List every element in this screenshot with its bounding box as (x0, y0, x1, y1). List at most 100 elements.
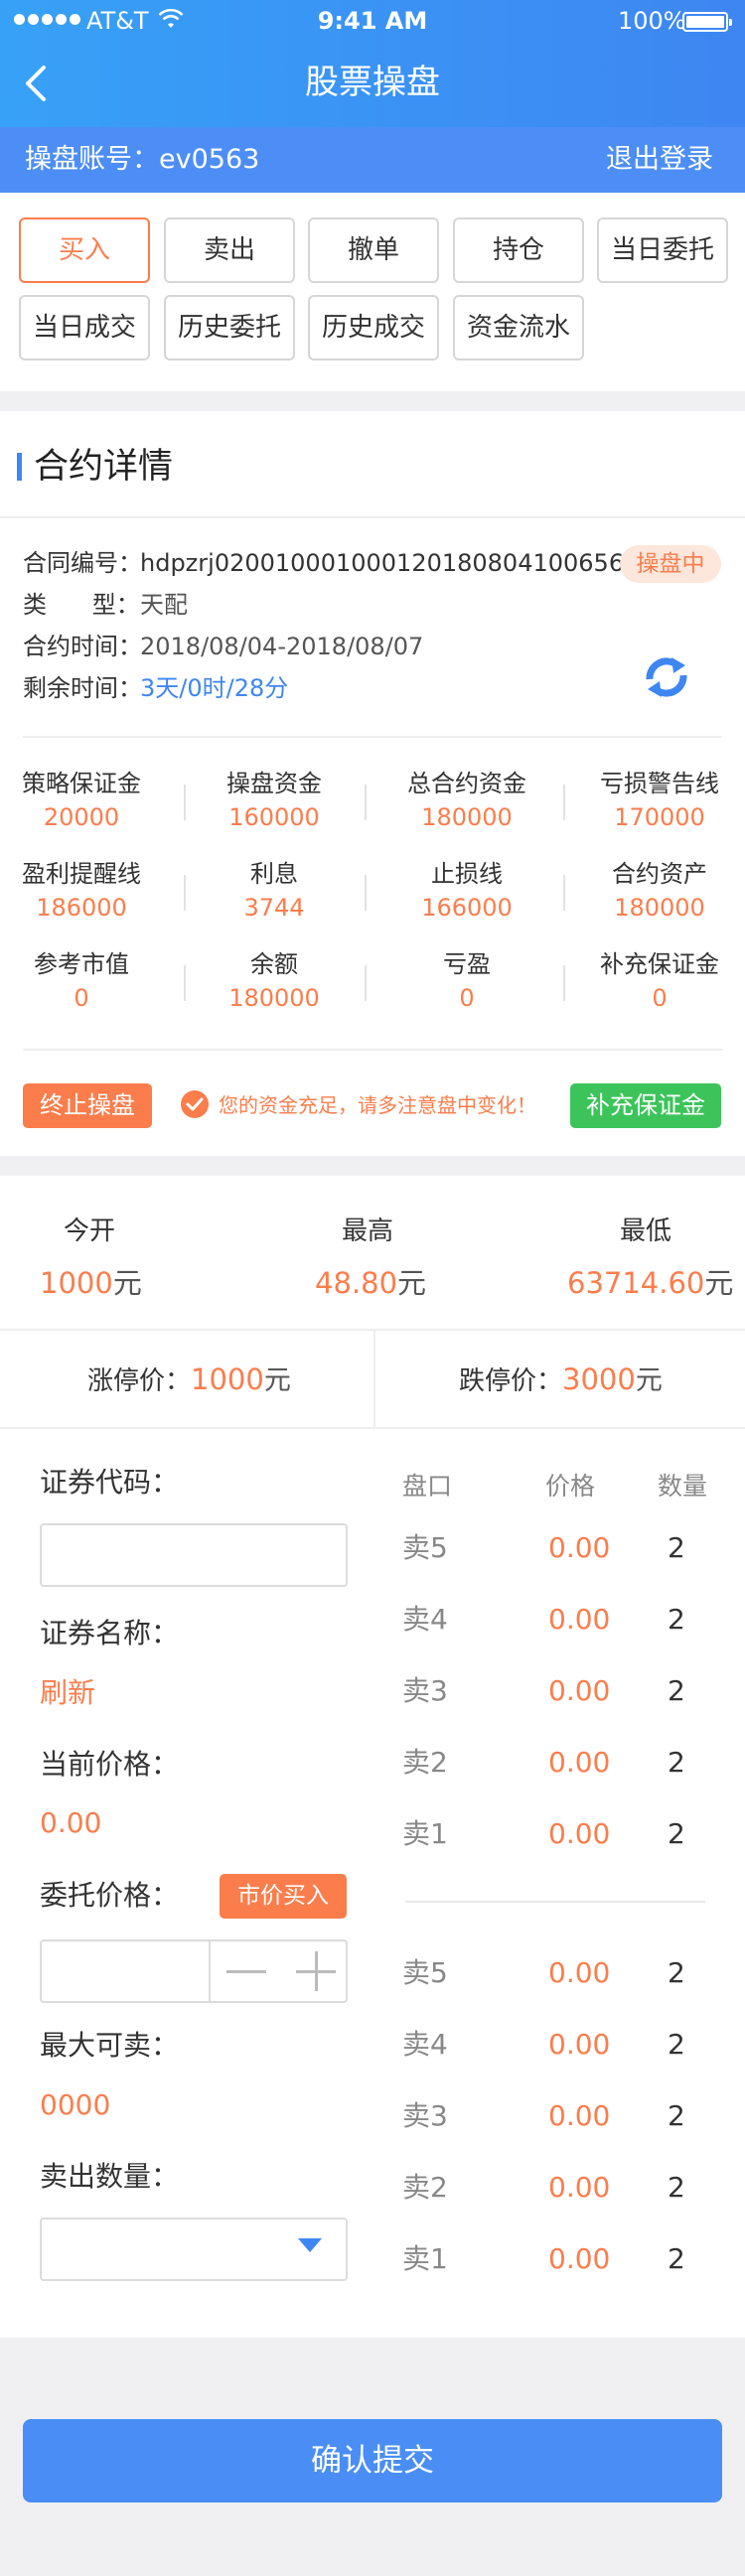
tab-cancel[interactable]: 撤单 (308, 217, 439, 283)
header-bar: AT&T 9:41 AM 100% 股票操盘 (0, 0, 745, 127)
divider (184, 875, 186, 911)
divider (23, 736, 722, 738)
divider (365, 965, 367, 1001)
book-price: 0.00 (548, 2028, 611, 2061)
stat-label: 操盘资金 (226, 770, 322, 797)
tab-today-deals[interactable]: 当日成交 (19, 295, 150, 360)
stat-value: 160000 (228, 803, 320, 831)
limit-up: 涨停价：1000元 (87, 1358, 291, 1403)
book-qty: 2 (668, 1674, 685, 1707)
max-value: 0000 (40, 2088, 111, 2121)
stat-value: 180000 (228, 984, 320, 1012)
high-label: 最高 (341, 1216, 393, 1246)
page-title: 股票操盘 (305, 63, 440, 102)
book-price: 0.00 (548, 2099, 611, 2132)
book-header-qty: 数量 (658, 1472, 708, 1501)
divider (563, 965, 565, 1001)
add-margin-button[interactable]: 补充保证金 (570, 1083, 721, 1128)
stat-value: 0 (74, 984, 89, 1012)
row-key: 类 型： (23, 591, 140, 619)
qty-label: 卖出数量： (40, 2160, 180, 2193)
stat-item: 策略保证金 20000 (0, 767, 169, 834)
book-price: 0.00 (548, 1817, 611, 1850)
tab-fund-flow[interactable]: 资金流水 (453, 295, 584, 360)
book-qty: 2 (668, 1531, 685, 1564)
market-buy-button[interactable]: 市价买入 (220, 1874, 347, 1919)
contract-title: 合约详情 (34, 447, 174, 487)
stop-trading-button[interactable]: 终止操盘 (23, 1083, 152, 1128)
book-qty: 2 (668, 2099, 685, 2132)
book-price: 0.00 (548, 1531, 611, 1564)
logout-button[interactable]: 退出登录 (606, 127, 713, 193)
contract-number: hdpzrj020010001000120180804100656 (140, 549, 625, 577)
open-label: 今开 (63, 1216, 115, 1246)
stat-value: 180000 (614, 894, 705, 922)
submit-button[interactable]: 确认提交 (23, 2419, 722, 2503)
contract-type: 天配 (140, 591, 188, 619)
stat-label: 合约资产 (612, 860, 707, 888)
high-value: 48.80 (315, 1266, 398, 1300)
book-price: 0.00 (548, 1746, 611, 1779)
book-qty: 2 (668, 2028, 685, 2061)
refresh-icon[interactable] (642, 653, 691, 701)
name-label: 证券名称： (40, 1617, 180, 1649)
book-header-price: 价格 (545, 1472, 596, 1501)
contract-number-row: 合同编号：hdpzrj020010001000120180804100656 (23, 545, 624, 581)
section-accent-bar (17, 453, 22, 481)
limit-up-value: 1000 (191, 1362, 264, 1396)
stat-value: 186000 (36, 894, 127, 922)
tab-history-orders[interactable]: 历史委托 (164, 295, 295, 360)
account-label: 操盘账号： (25, 144, 159, 175)
stat-item: 补充保证金 0 (572, 947, 745, 1015)
minus-icon[interactable] (226, 1970, 266, 1973)
stat-item: 合约资产 180000 (572, 857, 745, 925)
low-unit: 元 (704, 1266, 734, 1300)
open-value: 1000 (40, 1266, 113, 1300)
stat-label: 亏损警告线 (600, 770, 719, 797)
tab-buy[interactable]: 买入 (19, 217, 150, 283)
book-price: 0.00 (548, 1674, 611, 1707)
limit-down-value: 3000 (562, 1362, 636, 1396)
refresh-link[interactable]: 刷新 (40, 1673, 95, 1713)
open-unit: 元 (112, 1266, 142, 1300)
divider (365, 785, 367, 820)
status-badge: 操盘中 (620, 545, 721, 583)
book-price: 0.00 (548, 1956, 611, 1989)
book-level: 卖4 (402, 1603, 448, 1636)
tab-history-deals[interactable]: 历史成交 (308, 295, 439, 360)
tab-sell[interactable]: 卖出 (164, 217, 295, 283)
divider (563, 785, 565, 820)
stat-value: 20000 (43, 803, 120, 831)
current-price: 0.00 (40, 1806, 102, 1839)
battery-percent: 100% (618, 7, 686, 35)
stat-label: 总合约资金 (407, 770, 526, 797)
battery-icon (682, 12, 732, 32)
stat-value: 166000 (421, 894, 513, 922)
book-level: 卖1 (402, 1817, 448, 1850)
book-level: 卖5 (402, 1531, 448, 1564)
tab-panel: 买入 卖出 撤单 持仓 当日委托 当日成交 历史委托 历史成交 资金流水 (0, 193, 745, 391)
divider (373, 1331, 375, 1427)
divider (0, 1329, 745, 1331)
stat-value: 0 (459, 984, 475, 1012)
limit-down: 跌停价：3000元 (459, 1358, 663, 1403)
contract-type-row: 类 型：天配 (23, 587, 188, 623)
divider (184, 785, 186, 820)
tab-holdings[interactable]: 持仓 (453, 217, 584, 283)
stat-label: 参考市值 (34, 950, 129, 978)
book-price: 0.00 (548, 2242, 611, 2275)
stat-value: 180000 (421, 803, 513, 831)
stat-item: 亏损警告线 170000 (572, 767, 745, 834)
low-label: 最低 (619, 1216, 671, 1246)
tab-today-orders[interactable]: 当日委托 (597, 217, 728, 283)
low-value: 63714.60 (567, 1266, 705, 1300)
code-input[interactable] (40, 1523, 348, 1587)
book-qty: 2 (668, 1956, 685, 1989)
stat-value: 3744 (243, 894, 305, 922)
plus-icon[interactable] (315, 1951, 318, 1991)
stat-value: 170000 (614, 803, 705, 831)
stat-item: 操盘资金 160000 (187, 767, 362, 834)
account-id: ev0563 (159, 144, 260, 175)
stat-item: 盈利提醒线 186000 (0, 857, 169, 925)
book-qty: 2 (668, 1603, 685, 1636)
